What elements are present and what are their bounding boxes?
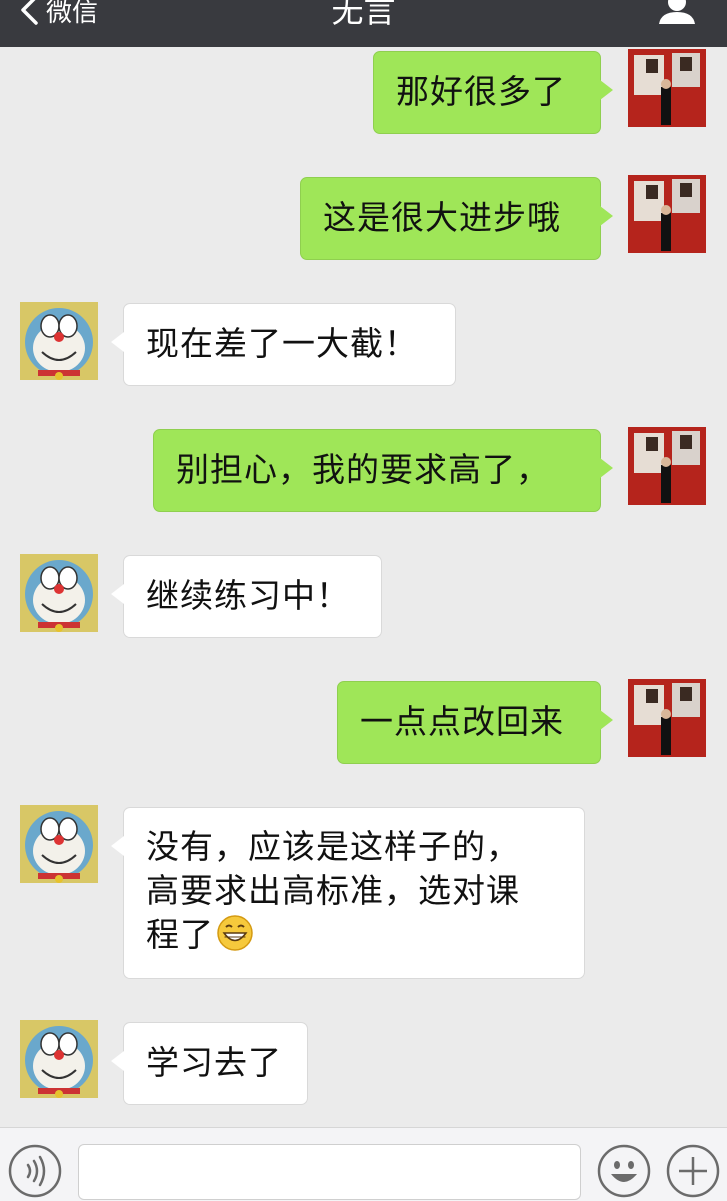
smiley-icon[interactable] (597, 1144, 651, 1198)
friend-avatar[interactable] (20, 302, 98, 380)
message-bubble[interactable]: 没有，应该是这样子的， 高要求出高标准，选对课 程了 (111, 807, 585, 979)
message-bubble[interactable]: 一点点改回来 (337, 681, 613, 764)
my-avatar[interactable] (628, 49, 706, 127)
voice-icon[interactable] (8, 1144, 62, 1198)
navigation-bar: 微信 无言 (0, 0, 727, 47)
my-avatar[interactable] (628, 175, 706, 253)
message-line: 没有，应该是这样子的， (146, 827, 520, 866)
message-bubble[interactable]: 现在差了一大截！ (111, 303, 456, 386)
message-line: 程了 (146, 913, 562, 957)
message-bubble[interactable]: 这是很大进步哦 (300, 177, 613, 260)
message-bubble[interactable]: 别担心，我的要求高了， (153, 429, 613, 512)
friend-avatar[interactable] (20, 1020, 98, 1098)
friend-avatar[interactable] (20, 805, 98, 883)
my-avatar[interactable] (628, 679, 706, 757)
input-bar (0, 1127, 727, 1201)
message-input[interactable] (78, 1144, 581, 1200)
person-icon[interactable] (657, 0, 697, 26)
my-avatar[interactable] (628, 427, 706, 505)
friend-avatar[interactable] (20, 554, 98, 632)
message-list[interactable]: 那好很多了 这是很大进步哦 现在差了一大截！ 别担心，我的要求高了， 继续练习中… (0, 47, 727, 1127)
grinning-emoji-icon (217, 915, 253, 951)
message-bubble[interactable]: 学习去了 (111, 1022, 308, 1105)
message-line-text: 程了 (146, 915, 214, 954)
message-bubble[interactable]: 继续练习中！ (111, 555, 382, 638)
plus-icon[interactable] (666, 1144, 720, 1198)
message-line: 高要求出高标准，选对课 (146, 871, 520, 910)
chat-title: 无言 (331, 0, 396, 30)
message-bubble[interactable]: 那好很多了 (373, 51, 613, 134)
